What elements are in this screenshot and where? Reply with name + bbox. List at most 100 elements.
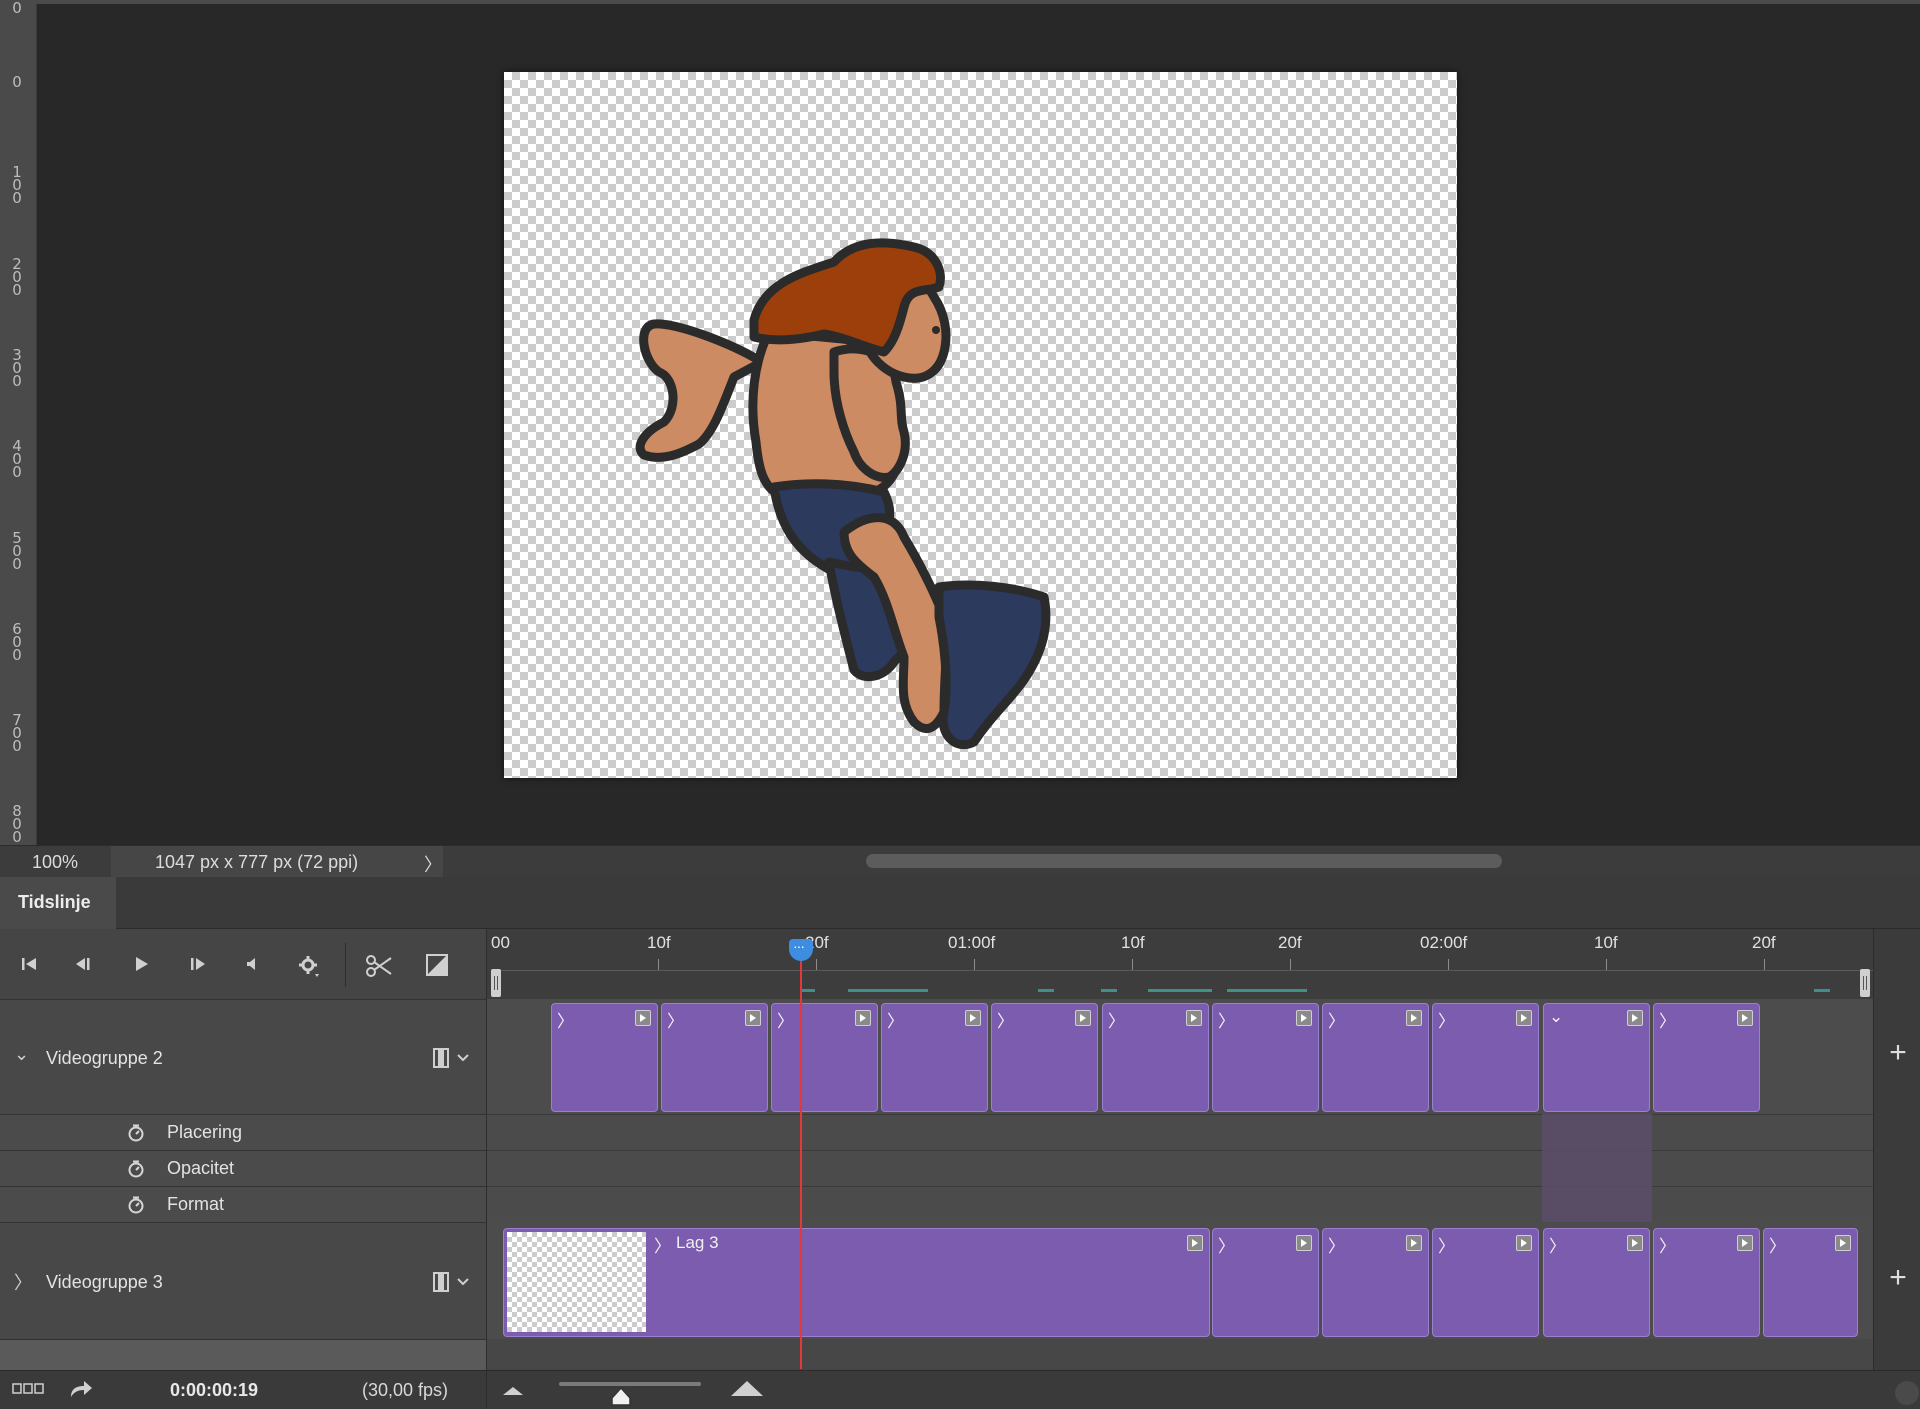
tab-timeline[interactable]: Tidslinje (0, 877, 116, 929)
document-info[interactable]: 1047 px x 777 px (72 ppi) (111, 846, 443, 877)
video-clip[interactable]: 〉 (1212, 1228, 1319, 1337)
video-clip[interactable]: 〉 (1543, 1228, 1650, 1337)
timeline-footer: 0:00:00:19 (30,00 fps) (0, 1370, 1920, 1409)
clip-options-icon[interactable] (1516, 1010, 1532, 1026)
video-clip[interactable]: 〉 (1432, 1003, 1539, 1112)
clip-chevron-icon[interactable]: 〉 (1218, 1232, 1235, 1257)
video-clip[interactable]: 〉 (881, 1003, 988, 1112)
property-label: Format (167, 1194, 225, 1214)
transition-button[interactable] (422, 949, 452, 979)
clip-options-icon[interactable] (1296, 1235, 1312, 1251)
clip-chevron-icon[interactable]: 〉 (1328, 1232, 1345, 1257)
clip-chevron-icon[interactable]: 〉 (1108, 1007, 1125, 1032)
video-clip[interactable]: 〉 (771, 1003, 878, 1112)
render-video-icon[interactable] (68, 1379, 94, 1401)
zoom-level[interactable]: 100% (32, 852, 78, 873)
clip-chevron-icon[interactable]: 〉 (1328, 1007, 1345, 1032)
audio-button[interactable] (237, 949, 267, 979)
clip-chevron-icon[interactable]: 〉 (1769, 1232, 1786, 1257)
zoom-out-mountain-icon[interactable] (503, 1384, 523, 1396)
clip-chevron-icon[interactable]: 〉 (667, 1007, 684, 1032)
zoom-in-mountain-icon[interactable] (731, 1379, 763, 1397)
video-clip[interactable]: ⌄ (1543, 1003, 1650, 1112)
clip-chevron-icon[interactable]: 〉 (887, 1007, 904, 1032)
frame-rate: (30,00 fps) (362, 1380, 449, 1400)
clip-options-icon[interactable] (1627, 1010, 1643, 1026)
clip-chevron-icon[interactable]: 〉 (997, 1007, 1014, 1032)
clip-options-icon[interactable] (965, 1010, 981, 1026)
video-clip[interactable]: 〉 (1102, 1003, 1209, 1112)
video-clip[interactable]: 〉 (1763, 1228, 1858, 1337)
stopwatch-icon[interactable] (127, 1124, 145, 1142)
video-clip[interactable]: 〉 (1432, 1228, 1539, 1337)
property-lane[interactable] (487, 1114, 1873, 1151)
work-area-start-handle[interactable] (491, 969, 501, 997)
clip-options-icon[interactable] (1075, 1010, 1091, 1026)
clip-chevron-icon[interactable]: 〉 (1659, 1007, 1676, 1032)
property-lane[interactable] (487, 1186, 1873, 1223)
clip-options-icon[interactable] (1406, 1010, 1422, 1026)
document-info-arrow-icon[interactable]: 〉 (424, 851, 442, 877)
film-strip-icon[interactable] (432, 1048, 470, 1068)
clip-chevron-icon[interactable]: 〉 (654, 1232, 671, 1257)
step-forward-icon (191, 958, 205, 970)
split-at-playhead-button[interactable] (364, 949, 394, 979)
clip-chevron-icon[interactable]: 〉 (1659, 1232, 1676, 1257)
video-clip[interactable]: 〉 (661, 1003, 768, 1112)
settings-button[interactable] (294, 949, 324, 979)
video-clip-lag-3[interactable]: 〉 Lag 3 (503, 1228, 1210, 1337)
horizontal-ruler (36, 0, 1920, 4)
clip-thumbnail (507, 1232, 646, 1332)
clip-options-icon[interactable] (745, 1010, 761, 1026)
clip-chevron-icon[interactable]: 〉 (1549, 1232, 1566, 1257)
clip-chevron-icon[interactable]: 〉 (1218, 1007, 1235, 1032)
clip-chevron-icon[interactable]: 〉 (1438, 1007, 1455, 1032)
property-lane[interactable] (487, 1150, 1873, 1187)
go-to-first-frame-button[interactable] (14, 949, 44, 979)
collapse-chevron-icon[interactable]: ⌄ (14, 1044, 29, 1065)
stopwatch-icon[interactable] (127, 1160, 145, 1178)
clip-options-icon[interactable] (1737, 1235, 1753, 1251)
clip-chevron-icon[interactable]: ⌄ (1549, 1007, 1563, 1027)
video-clip[interactable]: 〉 (551, 1003, 658, 1112)
timeline-ruler[interactable]: 00 10f 20f 01:00f 10f 20f 02:00f 10f 20f (487, 929, 1875, 999)
document-canvas[interactable] (504, 72, 1457, 778)
video-clip[interactable]: 〉 (1322, 1228, 1429, 1337)
clip-options-icon[interactable] (855, 1010, 871, 1026)
frame-animation-icon[interactable] (12, 1383, 46, 1395)
panel-resize-handle[interactable] (1895, 1381, 1919, 1405)
property-label: Opacitet (167, 1158, 235, 1178)
property-row: Placering (0, 1114, 486, 1151)
expand-chevron-icon[interactable]: 〉 (14, 1269, 32, 1295)
video-clip[interactable]: 〉 (991, 1003, 1098, 1112)
cache-bar (1814, 989, 1830, 992)
previous-frame-button[interactable] (68, 949, 98, 979)
horizontal-scrollbar[interactable] (866, 854, 1502, 868)
clip-chevron-icon[interactable]: 〉 (1438, 1232, 1455, 1257)
add-media-button[interactable]: + (1884, 1261, 1912, 1295)
play-button[interactable] (126, 949, 156, 979)
clip-chevron-icon[interactable]: 〉 (777, 1007, 794, 1032)
current-timecode[interactable]: 0:00:00:19 (170, 1380, 258, 1401)
film-strip-icon[interactable] (432, 1272, 470, 1292)
video-clip[interactable]: 〉 (1653, 1003, 1760, 1112)
clip-options-icon[interactable] (1296, 1010, 1312, 1026)
add-media-button[interactable]: + (1884, 1036, 1912, 1070)
video-clip[interactable]: 〉 (1653, 1228, 1760, 1337)
clip-options-icon[interactable] (1187, 1235, 1203, 1251)
work-area-end-handle[interactable] (1860, 969, 1870, 997)
next-frame-button[interactable] (183, 949, 213, 979)
video-clip[interactable]: 〉 (1212, 1003, 1319, 1112)
clip-options-icon[interactable] (1186, 1010, 1202, 1026)
clip-options-icon[interactable] (1406, 1235, 1422, 1251)
clip-options-icon[interactable] (635, 1010, 651, 1026)
zoom-slider-thumb[interactable] (610, 1386, 632, 1408)
ruler-label: 200 (12, 255, 22, 299)
video-clip[interactable]: 〉 (1322, 1003, 1429, 1112)
clip-options-icon[interactable] (1835, 1235, 1851, 1251)
clip-options-icon[interactable] (1627, 1235, 1643, 1251)
clip-options-icon[interactable] (1737, 1010, 1753, 1026)
clip-chevron-icon[interactable]: 〉 (557, 1007, 574, 1032)
clip-options-icon[interactable] (1516, 1235, 1532, 1251)
stopwatch-icon[interactable] (127, 1196, 145, 1214)
